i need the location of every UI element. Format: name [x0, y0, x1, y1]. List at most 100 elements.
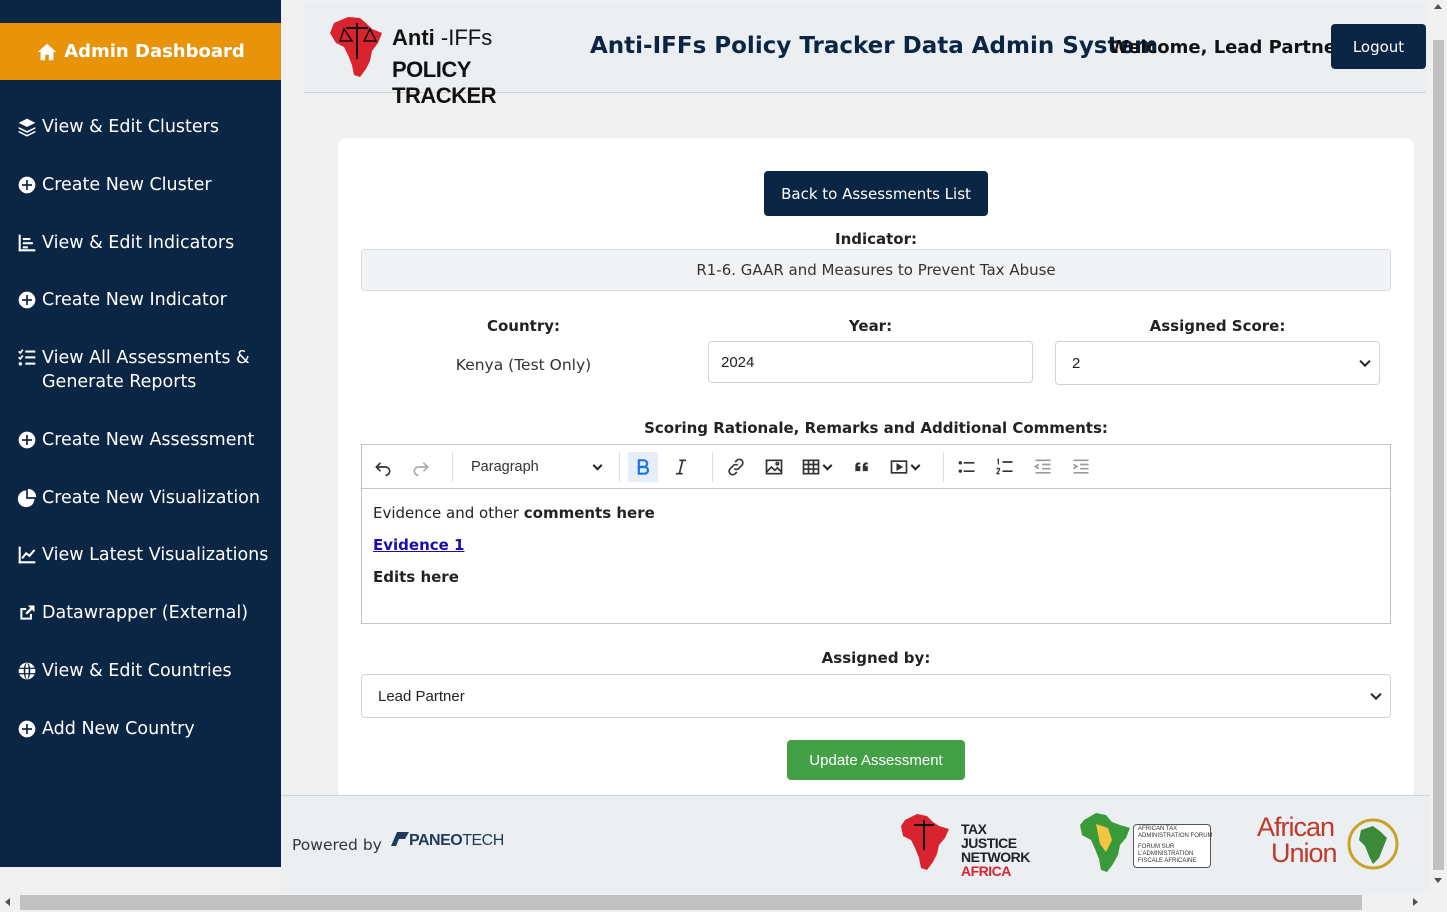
sidebar-item-view-assessments[interactable]: View All Assessments & Generate Reports: [0, 346, 270, 394]
editor-toolbar: Paragraph: [362, 445, 1390, 489]
horizontal-scroll-thumb[interactable]: [20, 895, 1362, 910]
au-emblem-icon: [1347, 818, 1399, 870]
african-union-logo: African Union: [1257, 814, 1407, 874]
bold-button[interactable]: [628, 451, 658, 482]
ataf-text-1: AFRICAN TAX: [1138, 826, 1178, 832]
undo-button[interactable]: [368, 452, 398, 482]
admin-dashboard-label: Admin Dashboard: [64, 41, 245, 62]
plus-circle-icon: [17, 288, 39, 312]
layers-icon: [17, 115, 39, 139]
sidebar-item-view-edit-countries[interactable]: View & Edit Countries: [0, 659, 242, 683]
assigned-score-value: 2: [1072, 354, 1081, 372]
undo-icon: [375, 461, 391, 476]
sidebar-item-create-indicator[interactable]: Create New Indicator: [0, 288, 237, 312]
logo-line-2: POLICY TRACKER: [392, 57, 497, 108]
pie-chart-icon: [17, 486, 39, 510]
evidence-link[interactable]: Evidence 1: [373, 536, 464, 554]
sidebar-item-latest-visualizations[interactable]: View Latest Visualizations: [0, 543, 278, 567]
back-to-assessments-button[interactable]: Back to Assessments List: [764, 171, 988, 216]
sidebar-item-create-cluster[interactable]: Create New Cluster: [0, 173, 222, 197]
ataf-text-4: L'ADMINISTRATION: [1138, 851, 1194, 857]
admin-dashboard-link[interactable]: Admin Dashboard: [0, 23, 281, 80]
sidebar-item-datawrapper[interactable]: Datawrapper (External): [0, 601, 258, 625]
chevron-down-icon: [822, 460, 833, 471]
score-label: Assigned Score:: [1149, 317, 1286, 335]
home-icon: [38, 43, 57, 60]
quote-icon: [855, 461, 868, 471]
assigned-score-select[interactable]: 2: [1055, 341, 1380, 385]
redo-button[interactable]: [406, 452, 436, 482]
sidebar-item-create-assessment[interactable]: Create New Assessment: [0, 428, 264, 452]
vertical-scroll-thumb[interactable]: [1433, 40, 1444, 870]
table-button[interactable]: [797, 452, 841, 482]
table-icon: [802, 459, 820, 474]
sidebar-item-view-edit-clusters[interactable]: View & Edit Clusters: [0, 115, 229, 139]
indent-icon: [1073, 459, 1089, 474]
sidebar-item-label: Create New Assessment: [42, 430, 255, 450]
vertical-scrollbar[interactable]: [1430, 0, 1447, 893]
top-header: Anti -IFFs POLICY TRACKER Anti-IFFs Poli…: [304, 3, 1426, 108]
app-logo[interactable]: Anti -IFFs POLICY TRACKER: [326, 13, 571, 108]
block-format-dropdown[interactable]: Paragraph: [461, 452, 611, 482]
assigned-by-select[interactable]: Lead Partner: [361, 674, 1391, 718]
sidebar-item-add-country[interactable]: Add New Country: [0, 717, 205, 741]
sidebar-item-label: Datawrapper (External): [42, 603, 249, 623]
update-assessment-button[interactable]: Update Assessment: [787, 740, 965, 780]
editor-paragraph: Evidence 1: [373, 536, 1379, 554]
sidebar-item-view-edit-indicators[interactable]: View & Edit Indicators: [0, 231, 244, 255]
au-text-1: African: [1257, 812, 1335, 842]
footer: Powered by PANEOTECH TAX JUSTICE NETWORK…: [281, 795, 1430, 893]
italic-icon: [676, 459, 686, 474]
tjna-text-1: TAX JUSTICE: [961, 821, 1017, 851]
indent-button[interactable]: [1066, 452, 1096, 482]
outdent-icon: [1033, 459, 1051, 474]
toolbar-separator: [452, 451, 453, 482]
chart-bar-icon: [17, 231, 39, 255]
paneotech-mark-icon: [391, 832, 409, 846]
tjna-logo: TAX JUSTICE NETWORK AFRICA: [899, 812, 1039, 878]
sidebar: Admin Dashboard View & Edit Clusters Cre…: [0, 0, 281, 867]
au-text-2: Union: [1271, 838, 1338, 868]
year-label: Year:: [848, 317, 893, 335]
indicator-label: Indicator:: [834, 230, 918, 248]
scroll-down-icon[interactable]: [1434, 878, 1442, 883]
image-button[interactable]: [759, 452, 789, 482]
sidebar-item-label: View & Edit Indicators: [42, 233, 235, 253]
sidebar-item-create-visualization[interactable]: Create New Visualization: [0, 486, 270, 510]
blockquote-button[interactable]: [847, 452, 877, 482]
assigned-by-label: Assigned by:: [821, 649, 931, 667]
sidebar-item-label: Add New Country: [42, 719, 195, 739]
media-icon: [890, 459, 908, 474]
country-label: Country:: [486, 317, 560, 335]
outdent-button[interactable]: [1028, 452, 1058, 482]
italic-button[interactable]: [666, 452, 696, 482]
link-button[interactable]: [721, 452, 751, 482]
numbered-list-button[interactable]: [990, 452, 1020, 482]
scroll-left-icon[interactable]: [5, 898, 10, 906]
africa-map-icon: [901, 814, 949, 870]
sidebar-item-label: Create New Indicator: [42, 290, 227, 310]
bulleted-list-button[interactable]: [952, 452, 982, 482]
page-title: Anti-IFFs Policy Tracker Data Admin Syst…: [590, 33, 1159, 59]
scroll-up-icon[interactable]: [1434, 4, 1442, 9]
sidebar-item-label: Create New Cluster: [42, 175, 212, 195]
powered-by-label: Powered by: [292, 836, 382, 854]
plus-circle-icon: [17, 173, 39, 197]
logout-button[interactable]: Logout: [1331, 24, 1426, 69]
tjna-text-2: NETWORK: [961, 849, 1030, 865]
paneotech-logo[interactable]: PANEOTECH: [391, 832, 504, 850]
editor-content[interactable]: Evidence and other comments here Evidenc…: [362, 489, 1390, 613]
redo-icon: [413, 461, 429, 476]
toolbar-separator: [943, 451, 944, 482]
edit-assessment-card: Back to Assessments List Indicator: R1-6…: [338, 138, 1414, 798]
welcome-message: Welcome, Lead Partner!: [1109, 37, 1354, 58]
horizontal-scrollbar[interactable]: [0, 893, 1447, 912]
scroll-right-icon[interactable]: [1413, 898, 1418, 906]
rich-text-editor[interactable]: Paragraph Evidence and other comments he…: [361, 444, 1391, 624]
country-value: Kenya (Test Only): [455, 356, 592, 374]
bullet-list-icon: [958, 460, 975, 473]
media-embed-button[interactable]: [885, 452, 929, 482]
year-input[interactable]: 2024: [708, 341, 1033, 383]
rationale-label: Scoring Rationale, Remarks and Additiona…: [644, 419, 1108, 437]
indicator-field: R1-6. GAAR and Measures to Prevent Tax A…: [361, 249, 1391, 291]
